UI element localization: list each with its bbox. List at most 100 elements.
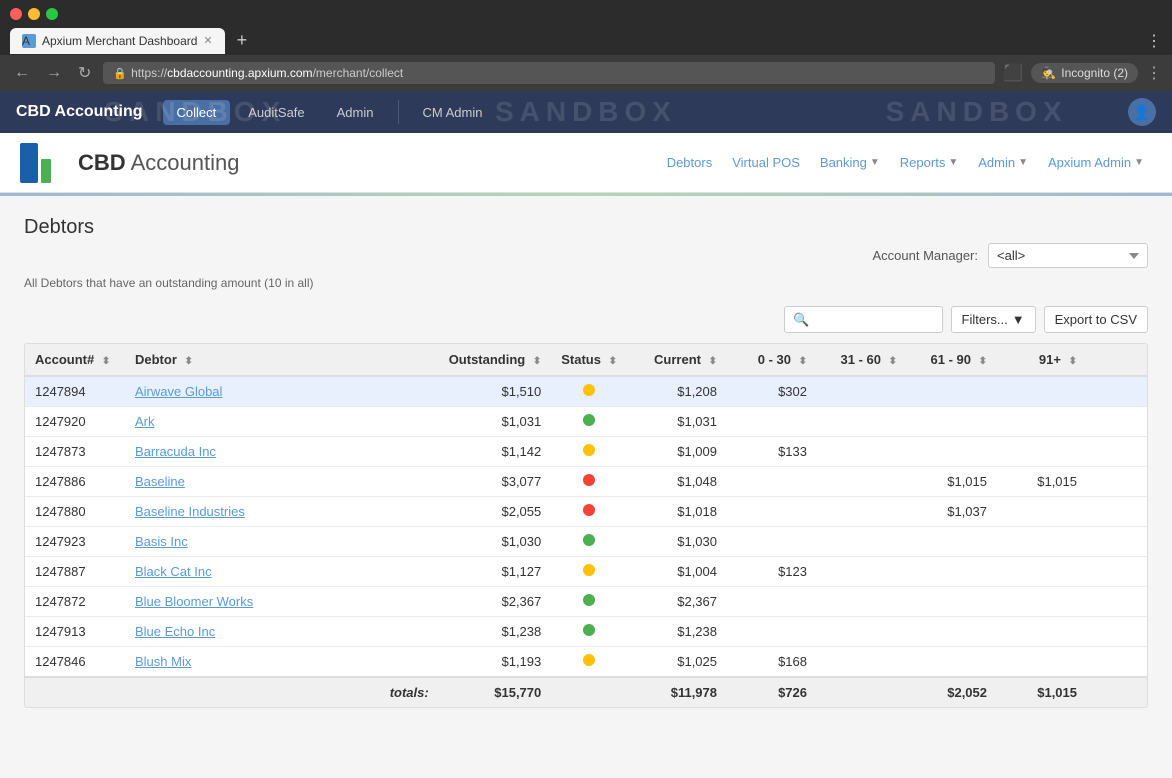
cell-status xyxy=(551,437,627,467)
tab-close-button[interactable]: ✕ xyxy=(203,34,212,47)
nav-admin[interactable]: Admin xyxy=(323,100,388,125)
totals-current: $11,978 xyxy=(627,677,727,707)
col-header-31-60[interactable]: 31 - 60 ⬍ xyxy=(817,344,907,376)
app-logo: CBD Accounting xyxy=(16,103,143,121)
cell-current: $1,030 xyxy=(627,527,727,557)
brand-name: CBD Accounting xyxy=(78,150,239,176)
col-label-31-60: 31 - 60 xyxy=(841,352,881,367)
table-row: 1247873 Barracuda Inc $1,142 $1,009 $133 xyxy=(25,437,1147,467)
nav-banking[interactable]: Banking ▼ xyxy=(812,151,888,174)
cell-outstanding: $3,077 xyxy=(439,467,552,497)
export-csv-button[interactable]: Export to CSV xyxy=(1044,306,1148,333)
cell-61-90 xyxy=(907,647,997,678)
col-header-91[interactable]: 91+ ⬍ xyxy=(997,344,1087,376)
account-manager-select[interactable]: <all> xyxy=(988,243,1148,268)
table-row: 1247886 Baseline $3,077 $1,048 $1,015 $1… xyxy=(25,467,1147,497)
account-manager-row: Account Manager: <all> xyxy=(872,243,1148,268)
brand-second: Accounting xyxy=(131,150,240,175)
col-header-debtor[interactable]: Debtor ⬍ xyxy=(125,344,439,376)
new-tab-button[interactable]: + xyxy=(229,26,256,55)
browser-chrome: A Apxium Merchant Dashboard ✕ + ⋮ xyxy=(0,0,1172,55)
cell-31-60 xyxy=(817,497,907,527)
nav-reports[interactable]: Reports ▼ xyxy=(892,151,966,174)
col-header-account[interactable]: Account# ⬍ xyxy=(25,344,125,376)
back-button[interactable]: ← xyxy=(10,62,34,84)
extensions-button[interactable]: ⬛ xyxy=(1003,63,1023,83)
cell-actions xyxy=(1087,527,1147,557)
debtor-link[interactable]: Airwave Global xyxy=(135,384,222,399)
cell-0-30: $123 xyxy=(727,557,817,587)
lock-icon: 🔒 xyxy=(113,67,127,80)
user-avatar[interactable]: 👤 xyxy=(1128,98,1156,126)
maximize-button[interactable] xyxy=(46,8,58,20)
col-header-outstanding[interactable]: Outstanding ⬍ xyxy=(439,344,552,376)
cell-current: $1,031 xyxy=(627,407,727,437)
totals-91: $1,015 xyxy=(997,677,1087,707)
cell-61-90: $1,015 xyxy=(907,467,997,497)
sort-icon-91: ⬍ xyxy=(1069,356,1077,367)
cell-91 xyxy=(997,407,1087,437)
tab-menu-button[interactable]: ⋮ xyxy=(1146,31,1162,51)
brand-first: CBD xyxy=(78,150,126,175)
table-row: 1247887 Black Cat Inc $1,127 $1,004 $123 xyxy=(25,557,1147,587)
nav-cm-admin[interactable]: CM Admin xyxy=(409,100,497,125)
cell-91 xyxy=(997,617,1087,647)
cell-0-30 xyxy=(727,617,817,647)
col-label-status: Status xyxy=(561,352,601,367)
browser-tabs: A Apxium Merchant Dashboard ✕ + ⋮ xyxy=(10,26,1162,55)
cell-account: 1247920 xyxy=(25,407,125,437)
cell-status xyxy=(551,407,627,437)
cell-31-60 xyxy=(817,617,907,647)
col-header-current[interactable]: Current ⬍ xyxy=(627,344,727,376)
sandbox-text-3: SANDBOX xyxy=(886,96,1068,128)
nav-apxium-admin[interactable]: Apxium Admin ▼ xyxy=(1040,151,1152,174)
status-dot xyxy=(583,594,595,606)
cell-status xyxy=(551,527,627,557)
cell-account: 1247880 xyxy=(25,497,125,527)
totals-label: totals: xyxy=(125,677,439,707)
debtor-link[interactable]: Baseline xyxy=(135,474,185,489)
debtor-link[interactable]: Barracuda Inc xyxy=(135,444,216,459)
cell-31-60 xyxy=(817,376,907,407)
col-header-status[interactable]: Status ⬍ xyxy=(551,344,627,376)
search-input[interactable] xyxy=(814,312,934,327)
active-tab[interactable]: A Apxium Merchant Dashboard ✕ xyxy=(10,28,225,54)
nav-collect[interactable]: Collect xyxy=(163,100,231,125)
cell-outstanding: $1,030 xyxy=(439,527,552,557)
brand-icon-green xyxy=(41,159,51,183)
forward-button[interactable]: → xyxy=(42,62,66,84)
debtor-link[interactable]: Ark xyxy=(135,414,155,429)
nav-virtual-pos[interactable]: Virtual POS xyxy=(724,151,808,174)
close-button[interactable] xyxy=(10,8,22,20)
nav-debtors[interactable]: Debtors xyxy=(659,151,721,174)
col-header-61-90[interactable]: 61 - 90 ⬍ xyxy=(907,344,997,376)
debtor-link[interactable]: Blush Mix xyxy=(135,654,191,669)
totals-label-empty xyxy=(25,677,125,707)
col-header-0-30[interactable]: 0 - 30 ⬍ xyxy=(727,344,817,376)
cell-current: $1,238 xyxy=(627,617,727,647)
debtor-link[interactable]: Basis Inc xyxy=(135,534,188,549)
debtor-link[interactable]: Baseline Industries xyxy=(135,504,245,519)
debtor-link[interactable]: Blue Echo Inc xyxy=(135,624,215,639)
status-dot xyxy=(583,504,595,516)
brand-logo: CBD Accounting xyxy=(20,143,239,183)
cell-61-90 xyxy=(907,437,997,467)
nav-auditsafe[interactable]: AuditSafe xyxy=(234,100,318,125)
cell-account: 1247887 xyxy=(25,557,125,587)
address-bar[interactable]: 🔒 https://cbdaccounting.apxium.com/merch… xyxy=(103,62,995,84)
totals-outstanding: $15,770 xyxy=(439,677,552,707)
table-row: 1247846 Blush Mix $1,193 $1,025 $168 xyxy=(25,647,1147,678)
debtor-link[interactable]: Blue Bloomer Works xyxy=(135,594,253,609)
filters-button[interactable]: Filters... ▼ xyxy=(951,306,1036,333)
col-label-61-90: 61 - 90 xyxy=(931,352,971,367)
cell-31-60 xyxy=(817,407,907,437)
debtor-link[interactable]: Black Cat Inc xyxy=(135,564,212,579)
nav-admin-second[interactable]: Admin ▼ xyxy=(970,151,1036,174)
minimize-button[interactable] xyxy=(28,8,40,20)
cell-actions xyxy=(1087,407,1147,437)
refresh-button[interactable]: ↻ xyxy=(74,61,95,85)
menu-button[interactable]: ⋮ xyxy=(1146,63,1162,83)
cell-debtor: Blue Echo Inc xyxy=(125,617,439,647)
table-row: 1247880 Baseline Industries $2,055 $1,01… xyxy=(25,497,1147,527)
sort-icon-account: ⬍ xyxy=(102,356,110,367)
